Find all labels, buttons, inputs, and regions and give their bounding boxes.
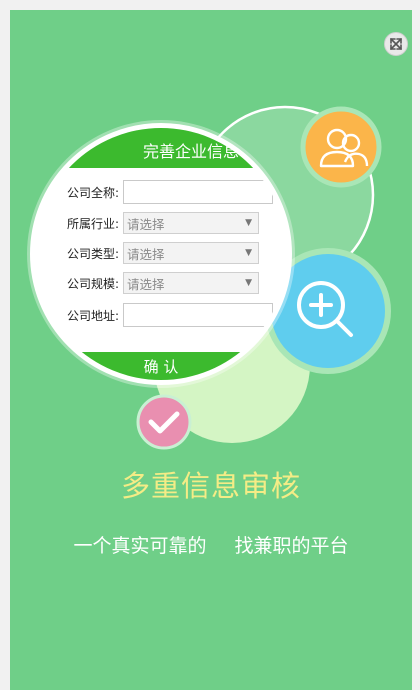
expand-button[interactable] bbox=[384, 32, 408, 56]
chevron-down-icon: ▼ bbox=[245, 248, 252, 258]
subtitle-part2: 找兼职的平台 bbox=[234, 535, 349, 557]
magnified-form: 完善企业信息 公司全称: 所属行业: 请选择 ▼ 公司类型: 请选择 ▼ 公司规… bbox=[30, 123, 292, 385]
industry-select[interactable]: 请选择 ▼ bbox=[123, 212, 259, 234]
form-header: 完善企业信息 bbox=[35, 128, 287, 168]
field-industry: 所属行业: 请选择 ▼ bbox=[35, 209, 259, 237]
page-title: 多重信息审核 bbox=[120, 469, 301, 503]
field-company-name: 公司全称: bbox=[35, 178, 273, 206]
company-name-input[interactable] bbox=[123, 180, 273, 204]
intro-panel: 完善企业信息 公司全称: 所属行业: 请选择 ▼ 公司类型: 请选择 ▼ 公司规… bbox=[10, 10, 412, 690]
expand-icon bbox=[390, 38, 402, 50]
select-placeholder: 请选择 bbox=[127, 246, 165, 262]
field-label: 公司规模: bbox=[66, 276, 119, 291]
chevron-down-icon: ▼ bbox=[245, 218, 252, 228]
select-placeholder: 请选择 bbox=[127, 276, 165, 292]
field-company-size: 公司规模: 请选择 ▼ bbox=[35, 269, 259, 297]
field-label: 公司地址: bbox=[66, 308, 119, 323]
select-placeholder: 请选择 bbox=[127, 216, 165, 232]
field-company-address: 公司地址: bbox=[35, 301, 273, 329]
confirm-label: 确 认 bbox=[143, 357, 179, 376]
company-type-select[interactable]: 请选择 ▼ bbox=[123, 242, 259, 264]
company-address-input[interactable] bbox=[123, 303, 273, 327]
field-company-type: 公司类型: 请选择 ▼ bbox=[35, 239, 259, 267]
company-size-select[interactable]: 请选择 ▼ bbox=[123, 272, 259, 294]
subtitle-part1: 一个真实可靠的 bbox=[73, 535, 207, 557]
subtitle: 一个真实可靠的 找兼职的平台 bbox=[10, 531, 412, 558]
field-label: 公司全称: bbox=[66, 185, 119, 200]
field-label: 公司类型: bbox=[66, 246, 119, 261]
chevron-down-icon: ▼ bbox=[245, 278, 252, 288]
check-circle bbox=[136, 394, 192, 450]
confirm-button[interactable]: 确 认 bbox=[35, 352, 287, 380]
form-header-text: 完善企业信息 bbox=[142, 142, 239, 161]
modal-frame: 完善企业信息 公司全称: 所属行业: 请选择 ▼ 公司类型: 请选择 ▼ 公司规… bbox=[0, 0, 420, 690]
field-label: 所属行业: bbox=[66, 216, 119, 231]
